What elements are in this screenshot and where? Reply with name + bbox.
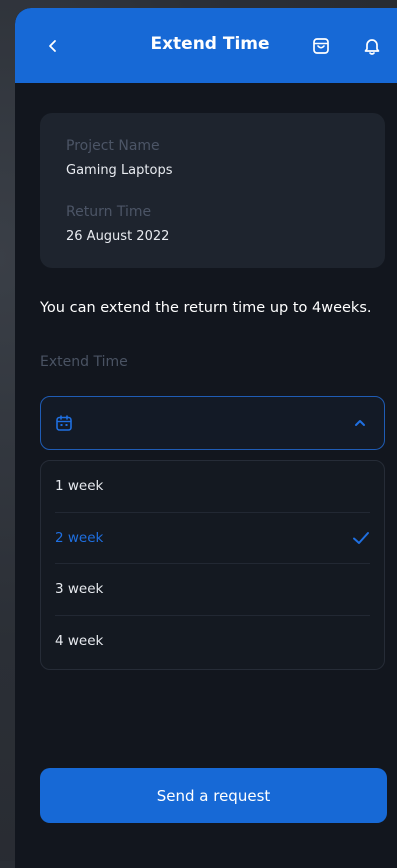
option-label: 4 week xyxy=(55,632,104,649)
project-name-label: Project Name xyxy=(66,138,160,154)
extend-time-label: Extend Time xyxy=(40,354,128,370)
option-3-week[interactable]: 3 week xyxy=(55,564,370,616)
project-info-card: Project Name Gaming Laptops Return Time … xyxy=(40,113,385,268)
option-label: 1 week xyxy=(55,478,104,495)
option-1-week[interactable]: 1 week xyxy=(55,461,370,513)
app-screen: Extend Time Project Name Gaming Laptops … xyxy=(15,8,397,868)
shopping-bag-icon xyxy=(313,38,329,54)
extend-time-select[interactable] xyxy=(40,396,385,450)
app-header: Extend Time xyxy=(15,8,397,83)
calendar-icon xyxy=(56,415,72,431)
send-request-button[interactable]: Send a request xyxy=(40,768,387,823)
check-icon xyxy=(353,531,369,544)
option-label: 3 week xyxy=(55,581,104,598)
return-time-label: Return Time xyxy=(66,204,152,220)
cart-button[interactable] xyxy=(309,34,333,58)
extend-time-options: 1 week 2 week 3 week 4 week xyxy=(40,460,385,670)
return-time-value: 26 August 2022 xyxy=(66,229,170,244)
option-label: 2 week xyxy=(55,529,104,546)
option-2-week[interactable]: 2 week xyxy=(55,513,370,564)
project-name-value: Gaming Laptops xyxy=(66,163,173,178)
option-4-week[interactable]: 4 week xyxy=(55,616,370,667)
bell-icon xyxy=(364,39,380,55)
chevron-up-icon xyxy=(355,420,365,426)
notifications-button[interactable] xyxy=(360,34,384,58)
extend-notice: You can extend the return time up to 4we… xyxy=(40,300,372,316)
